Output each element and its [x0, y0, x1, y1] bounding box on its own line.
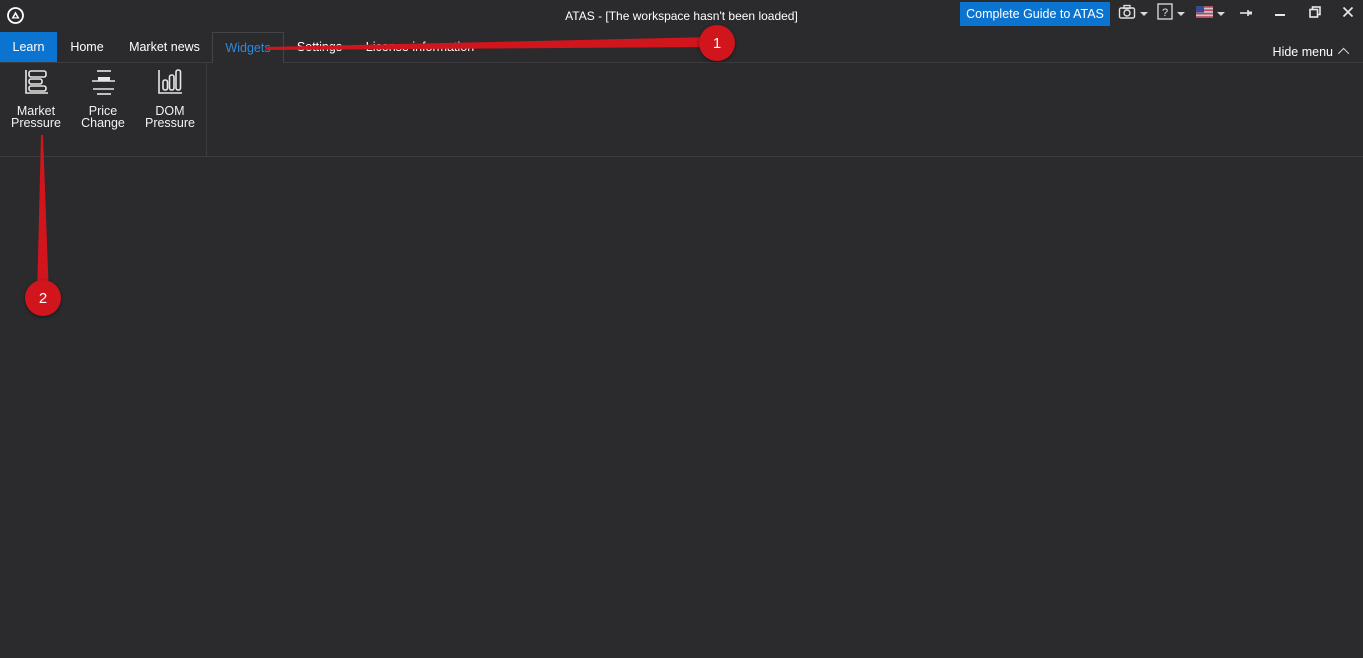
atas-logo-icon: [7, 7, 24, 24]
market-pressure-button[interactable]: Market Pressure: [5, 67, 67, 137]
tab-license-information[interactable]: License information: [355, 32, 485, 62]
restore-icon: [1309, 5, 1321, 23]
price-change-icon: [88, 67, 118, 97]
tab-market-news[interactable]: Market news: [117, 32, 212, 62]
title-bar: ATAS - [The workspace hasn't been loaded…: [0, 0, 1363, 31]
chevron-up-icon: [1337, 47, 1350, 60]
complete-guide-button[interactable]: Complete Guide to ATAS: [960, 2, 1110, 26]
chevron-down-icon: [1177, 12, 1185, 16]
pin-icon: [1239, 5, 1253, 23]
dom-pressure-button[interactable]: DOM Pressure: [139, 67, 201, 137]
minimize-icon: [1274, 5, 1286, 23]
help-icon: ?: [1157, 3, 1173, 25]
restore-button[interactable]: [1304, 4, 1326, 24]
language-menu[interactable]: [1196, 5, 1225, 23]
ribbon-tabs: Learn Home Market news Widgets Settings …: [0, 31, 1363, 63]
price-change-button[interactable]: Price Change: [72, 67, 134, 137]
price-change-label: Price Change: [81, 104, 125, 130]
tab-home[interactable]: Home: [57, 32, 117, 62]
hide-menu-button[interactable]: Hide menu: [1272, 45, 1350, 60]
market-pressure-icon: [21, 67, 51, 97]
tab-widgets[interactable]: Widgets: [212, 32, 284, 63]
ribbon-panel: Market Pressure Price Change DOM Pressur…: [0, 63, 1363, 157]
close-icon: [1342, 5, 1354, 23]
close-button[interactable]: [1337, 4, 1359, 24]
help-menu[interactable]: ?: [1157, 3, 1185, 25]
chevron-down-icon: [1140, 12, 1148, 16]
us-flag-icon: [1196, 5, 1213, 23]
pin-button[interactable]: [1235, 4, 1257, 24]
market-pressure-label: Market Pressure: [10, 104, 62, 130]
atas-window: ATAS - [The workspace hasn't been loaded…: [0, 0, 1363, 658]
annotation-marker-2: 2: [25, 280, 61, 316]
widgets-group: Market Pressure Price Change DOM Pressur…: [0, 63, 207, 156]
dom-pressure-label: DOM Pressure: [144, 104, 196, 130]
svg-text:?: ?: [1162, 7, 1168, 19]
screenshot-menu[interactable]: [1118, 4, 1148, 25]
dom-pressure-icon: [155, 67, 185, 97]
minimize-button[interactable]: [1269, 4, 1291, 24]
annotation-marker-1: 1: [699, 25, 735, 61]
hide-menu-label: Hide menu: [1272, 45, 1333, 59]
tab-settings[interactable]: Settings: [284, 32, 355, 62]
chevron-down-icon: [1217, 12, 1225, 16]
tab-learn[interactable]: Learn: [0, 32, 57, 62]
camera-icon: [1118, 4, 1136, 25]
workspace-area: [0, 157, 1363, 658]
